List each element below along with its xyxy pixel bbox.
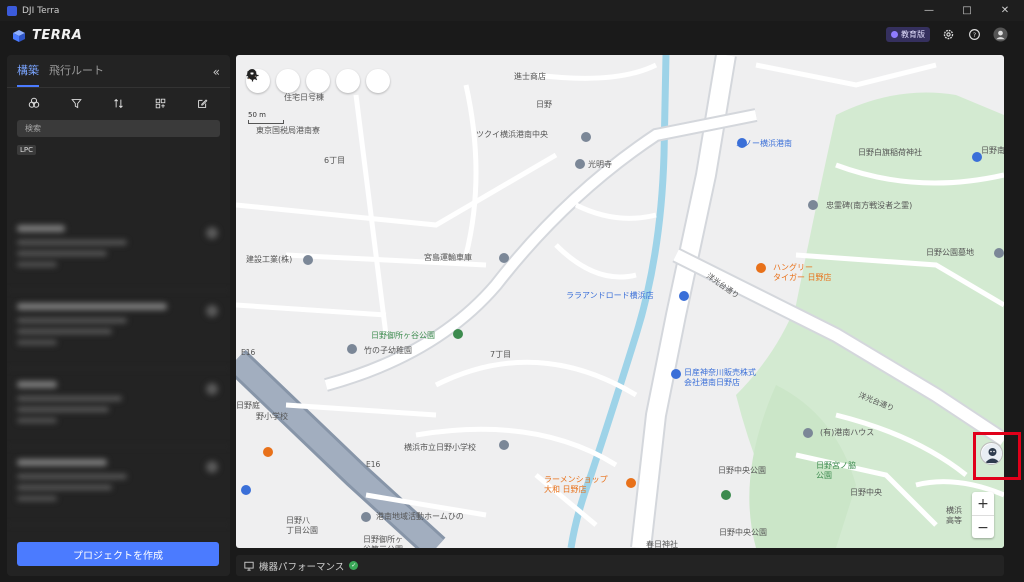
device-performance-bar[interactable]: 機器パフォーマンス ✓ bbox=[236, 555, 1004, 576]
app-logo-icon bbox=[7, 5, 17, 16]
map-label: 日野御所ヶ谷第三公園 bbox=[363, 534, 403, 548]
select-icon[interactable] bbox=[154, 96, 168, 110]
map-label: 日野 bbox=[536, 100, 552, 109]
create-project-button[interactable]: プロジェクトを作成 bbox=[17, 542, 219, 566]
map-label: 横浜市立日野小学校 bbox=[404, 442, 476, 452]
sidebar-toolbar bbox=[7, 88, 230, 118]
zoom-control: + − bbox=[972, 492, 994, 538]
check-icon: ✓ bbox=[349, 561, 359, 570]
map-label: 日野中央 bbox=[850, 487, 882, 497]
search-icon[interactable] bbox=[247, 69, 390, 93]
terra-logo-icon bbox=[13, 29, 25, 42]
map-canvas[interactable]: 進士商店 日野 ツクイ横浜港南中央 ルノー横浜港南 光明寺 日野白旗稲荷神社 日… bbox=[236, 55, 1004, 548]
map-label: E16 bbox=[366, 460, 381, 469]
map-label: ツクイ横浜港南中央 bbox=[476, 129, 548, 139]
tab-build[interactable]: 構築 bbox=[17, 62, 39, 87]
brand: TERRA bbox=[12, 28, 82, 43]
project-list bbox=[7, 213, 230, 533]
list-item[interactable] bbox=[7, 447, 230, 525]
map-label: 港南地域活動ホームひの bbox=[376, 511, 464, 521]
map-label: 光明寺 bbox=[588, 159, 612, 169]
map-label: 東京国税局港南寮 bbox=[256, 125, 320, 135]
maximize-icon[interactable]: □ bbox=[948, 0, 986, 21]
map-label: 日野中央公園 bbox=[719, 527, 767, 537]
zoom-in-button[interactable]: + bbox=[972, 492, 994, 515]
map-label: 住宅日号棟 bbox=[284, 92, 324, 102]
close-icon[interactable]: ✕ bbox=[986, 0, 1024, 21]
double-chevron-left-icon[interactable]: « bbox=[213, 65, 220, 79]
filter-icon[interactable] bbox=[69, 96, 83, 110]
group-icon[interactable] bbox=[27, 96, 41, 110]
map-label: 7丁目 bbox=[490, 350, 511, 359]
map-label: 竹の子幼稚園 bbox=[364, 345, 412, 355]
map-label: ララアンドロード横浜店 bbox=[566, 290, 654, 300]
edition-label: 教育版 bbox=[901, 29, 925, 39]
lpc-tag: LPC bbox=[17, 145, 37, 155]
list-item[interactable] bbox=[7, 291, 230, 369]
map-label: 宮島運輸車庫 bbox=[424, 252, 472, 262]
map-view[interactable]: 進士商店 日野 ツクイ横浜港南中央 ルノー横浜港南 光明寺 日野白旗稲荷神社 日… bbox=[236, 55, 1004, 548]
scale-label: 50 m bbox=[248, 111, 266, 119]
header-actions: 教育版 ? bbox=[886, 26, 1008, 42]
brand-name: TERRA bbox=[32, 28, 83, 43]
map-label: 野小学校 bbox=[256, 411, 288, 421]
map-scale: 50 m bbox=[248, 111, 284, 124]
map-toolbar bbox=[246, 69, 390, 93]
help-icon[interactable]: ? bbox=[966, 26, 982, 42]
edition-icon bbox=[891, 30, 898, 38]
map-label: 日野八丁目公園 bbox=[286, 516, 318, 535]
map-label: E16 bbox=[241, 348, 256, 357]
zoom-out-button[interactable]: − bbox=[972, 516, 994, 539]
app-header: TERRA 教育版 ? bbox=[0, 21, 1024, 50]
settings-icon[interactable] bbox=[940, 26, 956, 42]
map-label: (有)港南ハウス bbox=[820, 427, 874, 437]
map-label: 日野庭 bbox=[236, 400, 260, 410]
map-label: 日産神奈川販売株式会社港南日野店 bbox=[684, 367, 756, 387]
map-label: 忠霊碑(南方戦没者之霊) bbox=[826, 200, 912, 210]
window-titlebar: DJI Terra — □ ✕ bbox=[0, 0, 1024, 21]
monitor-icon bbox=[244, 561, 254, 571]
tab-flight-route[interactable]: 飛行ルート bbox=[49, 62, 104, 87]
window-title: DJI Terra bbox=[22, 5, 60, 16]
pin-icon[interactable] bbox=[247, 69, 330, 93]
highlight-annotation bbox=[973, 432, 1021, 480]
map-label: 建設工業(株) bbox=[246, 254, 292, 264]
scale-bar bbox=[248, 120, 284, 124]
list-icon[interactable] bbox=[247, 69, 360, 93]
map-label: ラーメンショップ大和 日野店 bbox=[544, 475, 608, 494]
minimize-icon[interactable]: — bbox=[910, 0, 948, 21]
locate-icon[interactable] bbox=[246, 69, 300, 93]
edition-badge: 教育版 bbox=[886, 26, 930, 42]
map-label: 日野公園墓地 bbox=[926, 247, 974, 257]
map-label: 日野御所ヶ谷公園 bbox=[371, 330, 435, 340]
map-label: 日野中央公園 bbox=[718, 465, 766, 475]
map-label: 進士商店 bbox=[514, 71, 546, 81]
svg-text:?: ? bbox=[972, 30, 975, 38]
sidebar-tabs: 構築 飛行ルート « bbox=[7, 55, 230, 88]
window-controls: — □ ✕ bbox=[910, 0, 1024, 21]
user-icon[interactable] bbox=[992, 26, 1008, 42]
edit-icon[interactable] bbox=[196, 96, 210, 110]
map-label: 6丁目 bbox=[324, 156, 345, 165]
list-item[interactable] bbox=[7, 369, 230, 447]
map-label: 日野南 bbox=[981, 145, 1004, 155]
performance-label: 機器パフォーマンス bbox=[259, 561, 345, 573]
map-label: 日野白旗稲荷神社 bbox=[858, 147, 922, 157]
sort-icon[interactable] bbox=[111, 96, 125, 110]
project-search-input[interactable]: 検索 bbox=[17, 120, 220, 137]
list-item[interactable] bbox=[7, 213, 230, 291]
project-sidebar: 構築 飛行ルート « 検索 LPC プロジェクトを作成 bbox=[7, 55, 230, 576]
map-label: 春日神社 bbox=[646, 539, 678, 548]
